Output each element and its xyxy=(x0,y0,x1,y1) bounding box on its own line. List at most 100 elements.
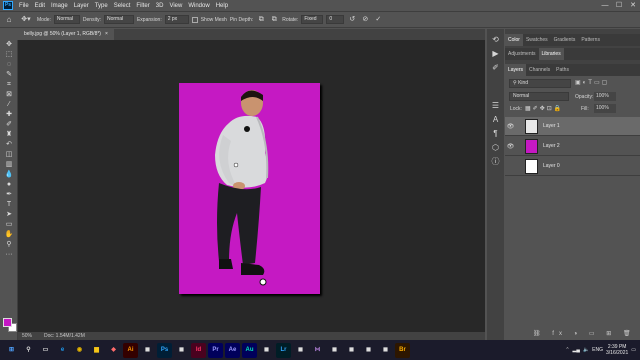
layer-name[interactable]: Layer 0 xyxy=(543,163,560,169)
blend-mode-select[interactable]: Normal xyxy=(509,92,569,101)
illustrator-icon[interactable]: Ai xyxy=(123,342,138,358)
network-icon[interactable]: ▂▄ xyxy=(573,347,580,353)
menu-select[interactable]: Select xyxy=(111,3,134,9)
rotate-select[interactable]: Fixed xyxy=(301,15,324,24)
app-icon[interactable]: ◼ xyxy=(378,343,393,358)
visual-studio-icon[interactable]: ⋈ xyxy=(310,343,325,358)
home-icon[interactable]: ⌂ xyxy=(3,14,15,26)
search-icon[interactable]: ⚲ xyxy=(21,343,36,358)
file-explorer-icon[interactable]: ▆ xyxy=(89,343,104,358)
layer-row-layer-1[interactable]: 👁 Layer 1 xyxy=(505,117,640,136)
mode-select[interactable]: Normal xyxy=(53,15,80,24)
premiere-icon[interactable]: Pr xyxy=(208,342,223,358)
marquee-tool-icon[interactable]: ⬚ xyxy=(0,50,18,60)
paragraph-panel-icon[interactable]: ¶ xyxy=(487,127,504,141)
layer-row-layer-2[interactable]: 👁 Layer 2 xyxy=(505,137,640,156)
chrome-icon[interactable]: ◉ xyxy=(72,343,87,358)
puppet-warp-tool-icon[interactable]: ✥▾ xyxy=(18,14,34,26)
menu-help[interactable]: Help xyxy=(213,3,231,9)
eye-icon[interactable]: 👁 xyxy=(505,123,516,130)
notifications-icon[interactable]: ▭ xyxy=(631,347,636,353)
show-mesh-checkbox[interactable] xyxy=(191,16,198,23)
history-brush-tool-icon[interactable]: ↶ xyxy=(0,140,18,150)
density-select[interactable]: Normal xyxy=(103,15,134,24)
app-icon[interactable]: ◼ xyxy=(327,343,342,358)
menu-edit[interactable]: Edit xyxy=(32,3,48,9)
tab-libraries[interactable]: Libraries xyxy=(538,48,564,60)
photoshop-icon[interactable]: Ps xyxy=(157,342,172,358)
language-indicator[interactable]: ENG xyxy=(592,347,603,353)
audition-icon[interactable]: Au xyxy=(242,342,257,358)
clone-stamp-tool-icon[interactable]: ♜ xyxy=(0,130,18,140)
shape-tool-icon[interactable]: ▭ xyxy=(0,220,18,230)
tab-channels[interactable]: Channels xyxy=(526,64,553,76)
app-icon[interactable]: ◼ xyxy=(344,343,359,358)
app-icon[interactable]: ◼ xyxy=(293,343,308,358)
edge-icon[interactable]: e xyxy=(55,343,70,358)
history-panel-icon[interactable]: ⟲ xyxy=(487,33,504,47)
lock-icons[interactable]: ▦✐✥⊡🔒 xyxy=(525,105,563,112)
app-icon[interactable]: ◼ xyxy=(259,343,274,358)
lightroom-icon[interactable]: Lr xyxy=(276,342,291,358)
tab-swatches[interactable]: Swatches xyxy=(523,34,551,46)
fill-input[interactable]: 100% xyxy=(594,104,616,113)
crop-tool-icon[interactable]: ⌗ xyxy=(0,80,18,90)
app-icon[interactable]: ◼ xyxy=(174,343,189,358)
tray-up-icon[interactable]: ⌃ xyxy=(565,347,569,353)
pen-tool-icon[interactable]: ✒ xyxy=(0,190,18,200)
pin-forward-icon[interactable]: ⧉ xyxy=(256,15,266,25)
volume-icon[interactable]: 🔈 xyxy=(583,347,589,353)
eraser-tool-icon[interactable]: ◫ xyxy=(0,150,18,160)
close-button[interactable]: ✕ xyxy=(626,0,640,11)
gradient-tool-icon[interactable]: ▥ xyxy=(0,160,18,170)
tab-paths[interactable]: Paths xyxy=(553,64,572,76)
healing-brush-tool-icon[interactable]: ✚ xyxy=(0,110,18,120)
menu-type[interactable]: Type xyxy=(92,3,111,9)
hand-tool-icon[interactable]: ✋ xyxy=(0,230,18,240)
tab-gradients[interactable]: Gradients xyxy=(551,34,579,46)
cancel-icon[interactable]: ⊘ xyxy=(360,15,370,25)
eye-icon[interactable]: 👁 xyxy=(505,143,516,150)
maximize-button[interactable]: ☐ xyxy=(612,0,626,11)
move-tool-icon[interactable]: ✥ xyxy=(0,40,18,50)
rotate-angle-input[interactable]: 0 xyxy=(326,15,345,24)
zoom-tool-icon[interactable]: ⚲ xyxy=(0,240,18,250)
bridge-icon[interactable]: Br xyxy=(395,342,410,358)
indesign-icon[interactable]: Id xyxy=(191,342,206,358)
tab-layers[interactable]: Layers xyxy=(505,64,527,76)
menu-file[interactable]: File xyxy=(16,3,32,9)
properties-panel-icon[interactable]: ☰ xyxy=(487,99,504,113)
task-view-icon[interactable]: ▭ xyxy=(38,343,53,358)
menu-layer[interactable]: Layer xyxy=(71,3,92,9)
tab-patterns[interactable]: Patterns xyxy=(578,34,603,46)
blur-tool-icon[interactable]: 💧 xyxy=(0,170,18,180)
lasso-tool-icon[interactable]: ◌ xyxy=(0,60,18,70)
menu-window[interactable]: Window xyxy=(185,3,212,9)
app-icon[interactable]: ◆ xyxy=(106,343,121,358)
commit-check-icon[interactable]: ✓ xyxy=(373,15,383,25)
after-effects-icon[interactable]: Ae xyxy=(225,342,240,358)
tab-color[interactable]: Color xyxy=(505,34,523,46)
tab-adjustments[interactable]: Adjustments xyxy=(505,48,539,60)
zoom-level[interactable]: 50% xyxy=(22,332,32,340)
expansion-input[interactable]: 2 px xyxy=(164,15,189,24)
type-tool-icon[interactable]: T xyxy=(0,200,18,210)
3d-panel-icon[interactable]: ⬡ xyxy=(487,141,504,155)
opacity-input[interactable]: 100% xyxy=(594,92,616,101)
document-canvas[interactable] xyxy=(179,83,320,294)
frame-tool-icon[interactable]: ⊠ xyxy=(0,90,18,100)
remove-all-pins-icon[interactable]: ↺ xyxy=(347,15,357,25)
layer-row-layer-0[interactable]: Layer 0 xyxy=(505,157,640,176)
actions-panel-icon[interactable]: ▶ xyxy=(487,47,504,61)
character-panel-icon[interactable]: A xyxy=(487,113,504,127)
info-panel-icon[interactable]: ⓘ xyxy=(487,155,504,169)
more-tools-icon[interactable]: ··· xyxy=(0,250,18,260)
layer-filter-kind[interactable]: ⚲ Kind xyxy=(509,79,571,88)
menu-filter[interactable]: Filter xyxy=(133,3,152,9)
foreground-color-swatch[interactable] xyxy=(3,318,12,327)
document-tab-close-icon[interactable]: × xyxy=(105,29,108,40)
layer-panel-buttons[interactable]: ⛓ fx ◑ ▭ ⊞ 🗑 xyxy=(533,330,636,337)
brush-tool-icon[interactable]: ✐ xyxy=(0,120,18,130)
dodge-tool-icon[interactable]: ● xyxy=(0,180,18,190)
filter-icons[interactable]: ▣◐T▭▢ xyxy=(575,79,609,86)
